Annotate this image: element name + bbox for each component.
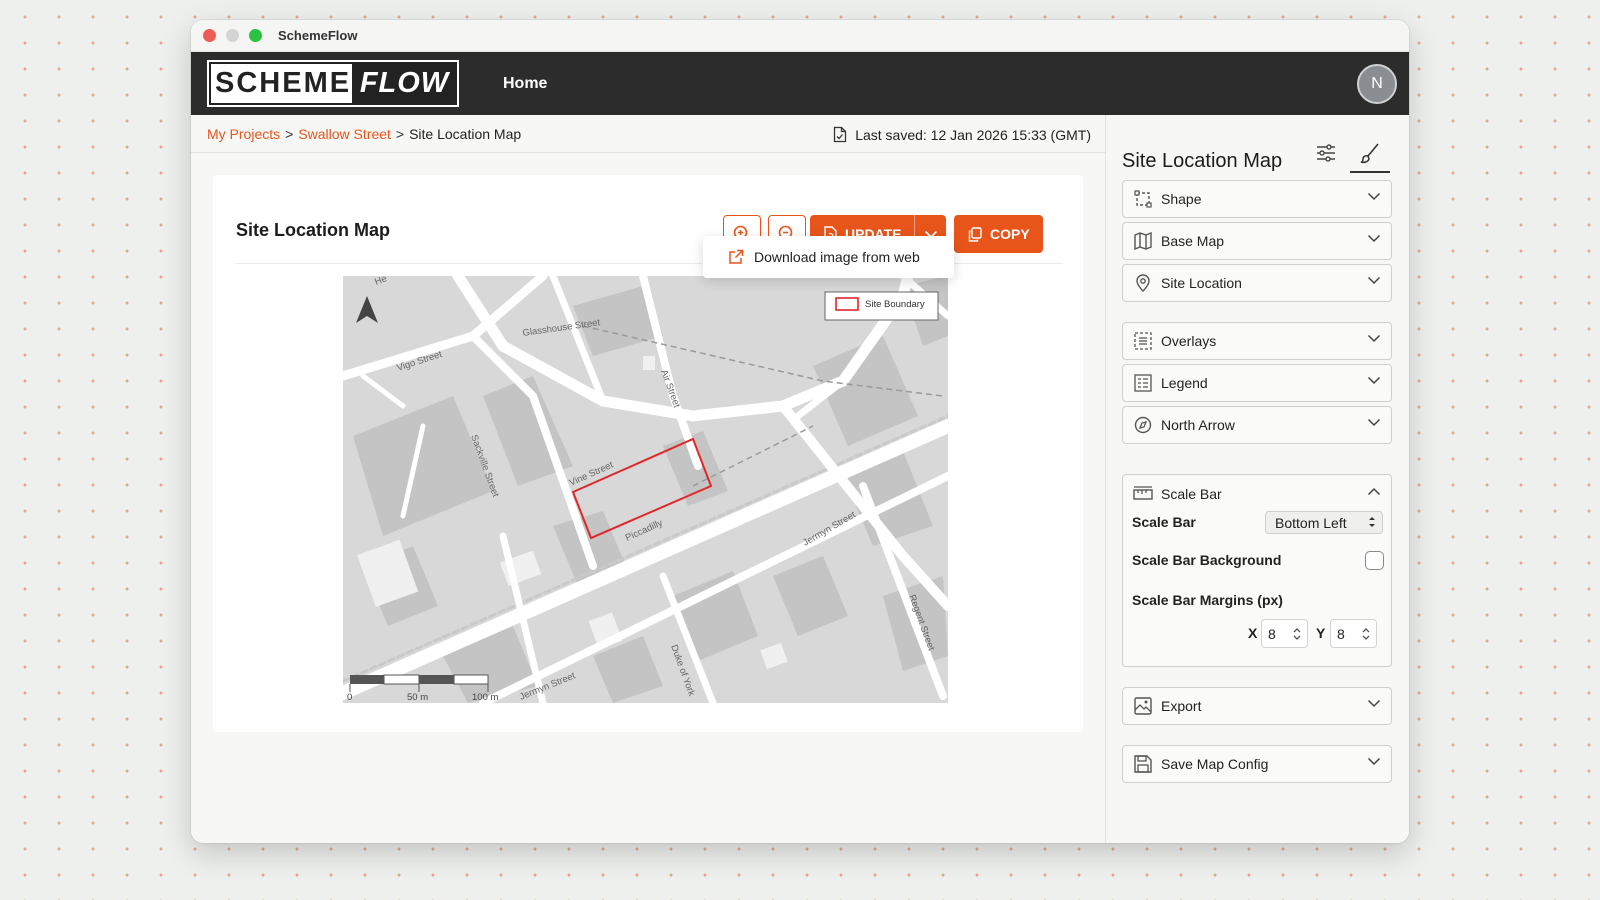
- breadcrumb: My Projects > Swallow Street > Site Loca…: [191, 115, 1105, 153]
- tab-style[interactable]: [1350, 135, 1390, 173]
- close-window-button[interactable]: [203, 29, 216, 42]
- section-scale-bar: Scale Bar Scale Bar Bottom Left Scale Ba…: [1122, 474, 1392, 667]
- tab-settings[interactable]: [1306, 135, 1346, 171]
- section-shape[interactable]: Shape: [1122, 180, 1392, 218]
- nav-home-link[interactable]: Home: [503, 75, 547, 93]
- brush-icon: [1360, 143, 1379, 164]
- download-image-label: Download image from web: [754, 249, 920, 265]
- scale-bar-background-checkbox[interactable]: [1365, 551, 1384, 570]
- section-legend[interactable]: Legend: [1122, 364, 1392, 402]
- chevron-down-icon: [1367, 418, 1381, 427]
- external-link-icon: [729, 249, 744, 264]
- ruler-icon: [1133, 484, 1153, 504]
- chevron-down-icon: [1367, 376, 1381, 385]
- logo-text-scheme: SCHEME: [209, 62, 352, 105]
- app-header: SCHEME FLOW Home N: [191, 52, 1409, 115]
- shape-icon: [1133, 189, 1153, 209]
- last-saved-status: Last saved: 12 Jan 2026 15:33 (GMT): [833, 126, 1091, 143]
- breadcrumb-separator: >: [395, 125, 405, 142]
- margin-y-value: 8: [1337, 625, 1345, 642]
- map-legend: Site Boundary: [824, 291, 939, 321]
- section-site-location-label: Site Location: [1161, 275, 1242, 291]
- site-location-map[interactable]: Glasshouse Street Vigo Street Air Street…: [343, 276, 948, 703]
- section-site-location[interactable]: Site Location: [1122, 264, 1392, 302]
- chevron-down-icon: [1367, 192, 1381, 201]
- location-pin-icon: [1133, 273, 1153, 293]
- chevron-down-icon: [1367, 234, 1381, 243]
- window-title: SchemeFlow: [278, 28, 358, 43]
- section-export-label: Export: [1161, 698, 1202, 714]
- map-card-title: Site Location Map: [236, 220, 391, 240]
- save-icon: [1133, 754, 1153, 774]
- breadcrumb-separator: >: [285, 125, 294, 142]
- section-overlays-label: Overlays: [1161, 333, 1217, 349]
- section-north-arrow-label: North Arrow: [1161, 417, 1235, 433]
- scale-bar-position-select[interactable]: Bottom Left: [1265, 511, 1383, 534]
- margin-x-label: X: [1248, 625, 1258, 641]
- chevron-down-icon: [1367, 699, 1381, 708]
- legend-icon: [1133, 373, 1153, 393]
- breadcrumb-my-projects[interactable]: My Projects: [207, 126, 280, 142]
- breadcrumb-current: Site Location Map: [409, 125, 522, 142]
- select-arrows-icon: [1369, 517, 1375, 527]
- section-overlays[interactable]: Overlays: [1122, 322, 1392, 360]
- app-window: SchemeFlow SCHEME FLOW Home N My Project…: [191, 20, 1409, 843]
- export-image-icon: [1133, 696, 1153, 716]
- section-legend-label: Legend: [1161, 375, 1208, 391]
- window-titlebar: SchemeFlow: [191, 20, 1409, 52]
- last-saved-text: Last saved: 12 Jan 2026 15:33 (GMT): [855, 126, 1091, 143]
- copy-icon: [968, 226, 982, 242]
- settings-panel: Site Location Map Shape Base Map Site Lo…: [1105, 115, 1409, 843]
- scale-bar-background-label: Scale Bar Background: [1132, 552, 1282, 568]
- schemeflow-logo[interactable]: SCHEME FLOW: [207, 60, 459, 107]
- section-scale-bar-label: Scale Bar: [1161, 486, 1222, 502]
- section-shape-label: Shape: [1161, 191, 1202, 207]
- compass-icon: [1133, 415, 1153, 435]
- section-save-map-config[interactable]: Save Map Config: [1122, 745, 1392, 783]
- scale-bar-position-label: Scale Bar: [1132, 514, 1196, 530]
- section-base-map-label: Base Map: [1161, 233, 1225, 249]
- overlays-icon: [1133, 331, 1153, 351]
- section-save-map-config-label: Save Map Config: [1161, 756, 1269, 772]
- section-base-map[interactable]: Base Map: [1122, 222, 1392, 260]
- margin-y-input[interactable]: 8: [1330, 619, 1377, 648]
- copy-button-label: COPY: [990, 226, 1030, 242]
- chevron-up-icon[interactable]: [1367, 487, 1381, 496]
- sliders-icon: [1317, 144, 1335, 162]
- section-north-arrow[interactable]: North Arrow: [1122, 406, 1392, 444]
- maximize-window-button[interactable]: [249, 29, 262, 42]
- logo-text-flow: FLOW: [352, 62, 457, 105]
- stepper-arrows-icon[interactable]: [1292, 626, 1302, 642]
- map-icon: [1133, 231, 1153, 251]
- download-image-menu-item[interactable]: Download image from web: [703, 236, 954, 278]
- map-canvas: Glasshouse Street Vigo Street Air Street…: [343, 276, 948, 703]
- panel-title: Site Location Map: [1122, 150, 1283, 172]
- section-export[interactable]: Export: [1122, 687, 1392, 725]
- chevron-down-icon: [1367, 334, 1381, 343]
- user-avatar[interactable]: N: [1357, 64, 1397, 104]
- section-scale-bar-header[interactable]: Scale Bar: [1133, 484, 1222, 504]
- legend-label: Site Boundary: [865, 299, 925, 310]
- breadcrumb-swallow-street[interactable]: Swallow Street: [298, 126, 391, 142]
- margin-y-label: Y: [1316, 625, 1326, 641]
- stepper-arrows-icon[interactable]: [1361, 626, 1371, 642]
- margin-x-input[interactable]: 8: [1261, 619, 1308, 648]
- scale-label-0: 0: [347, 692, 352, 703]
- scale-label-50: 50 m: [407, 692, 428, 703]
- scale-bar-position-value: Bottom Left: [1275, 514, 1347, 531]
- margin-x-value: 8: [1268, 625, 1276, 642]
- copy-button[interactable]: COPY: [954, 215, 1043, 253]
- chevron-down-icon: [1367, 276, 1381, 285]
- scale-bar-margins-label: Scale Bar Margins (px): [1132, 592, 1283, 608]
- file-check-icon: [834, 126, 847, 143]
- scale-label-100: 100 m: [472, 692, 498, 703]
- chevron-down-icon: [1367, 757, 1381, 766]
- minimize-window-button[interactable]: [226, 29, 239, 42]
